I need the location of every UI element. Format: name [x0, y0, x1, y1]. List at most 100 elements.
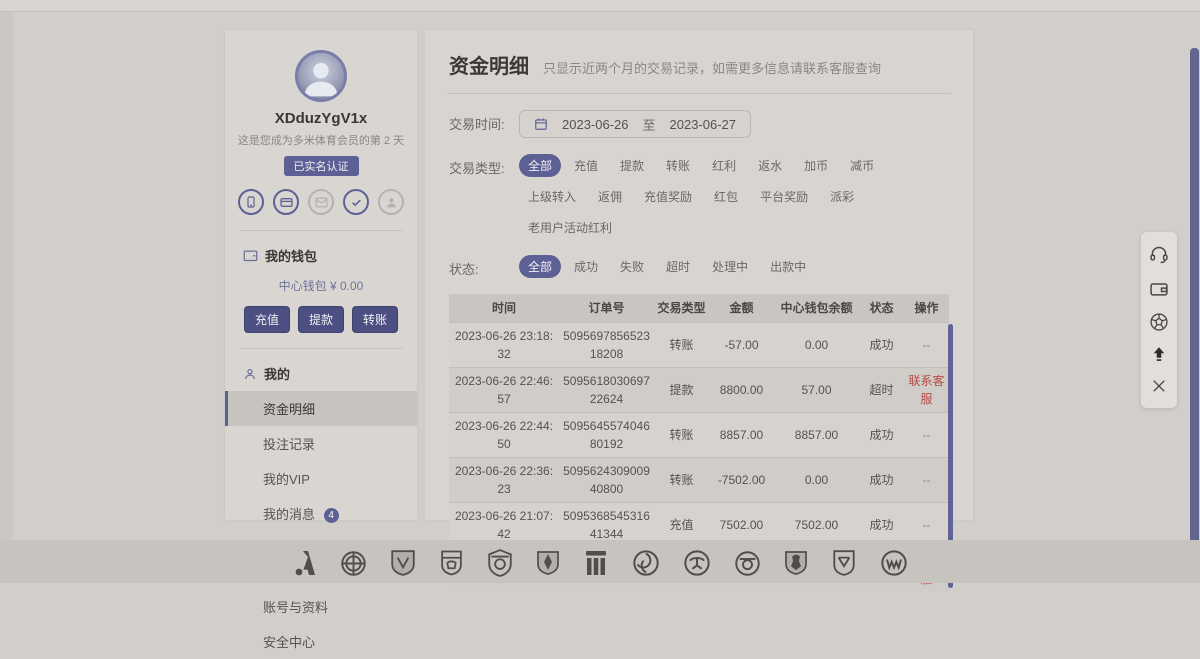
messages-count-badge: 4: [324, 508, 339, 523]
cell-action: --: [904, 322, 949, 367]
sidebar-item-my-vip[interactable]: 我的VIP: [225, 461, 417, 496]
cell-balance: 0.00: [774, 457, 859, 502]
avatar-portrait: [299, 56, 343, 100]
col-status: 状态: [859, 294, 904, 322]
type-option-upline-transfer[interactable]: 上级转入: [519, 185, 585, 208]
status-option-paying-out[interactable]: 出款中: [761, 255, 815, 278]
type-option-commission[interactable]: 返佣: [589, 185, 631, 208]
type-option-add-coin[interactable]: 加币: [795, 154, 837, 177]
close-icon[interactable]: [1150, 377, 1168, 395]
table-row: 2023-06-26 22:36:23 509562430900940800 转…: [449, 457, 949, 502]
cell-order: 509564557404680192: [559, 412, 654, 457]
wallet-section-label: 我的钱包: [265, 246, 317, 265]
club-crest-6-icon: [536, 547, 560, 577]
avatar[interactable]: [295, 50, 347, 102]
verified-badge: 已实名认证: [284, 156, 359, 176]
cell-status: 超时: [859, 367, 904, 412]
status-filter-label: 状态:: [449, 255, 519, 278]
type-option-deduct-coin[interactable]: 减币: [841, 154, 883, 177]
cell-type: 转账: [654, 457, 709, 502]
user-icon: [243, 367, 257, 381]
wallet-section-header: 我的钱包: [225, 246, 417, 265]
status-option-all[interactable]: 全部: [519, 255, 561, 278]
cell-amount: 8857.00: [709, 412, 774, 457]
sidebar-item-my-messages[interactable]: 我的消息 4: [225, 496, 417, 531]
my-section-label: 我的: [264, 364, 290, 383]
deposit-button[interactable]: 充值: [244, 306, 290, 333]
club-crest-5-icon: [487, 547, 513, 577]
status-option-success[interactable]: 成功: [565, 255, 607, 278]
cell-time: 2023-06-26 22:36:23: [449, 457, 559, 502]
window-left-strip: [0, 12, 13, 583]
club-crest-8-icon: [632, 547, 660, 577]
username: XDduzYgV1x: [225, 110, 417, 127]
football-icon[interactable]: [1149, 312, 1169, 332]
cell-balance: 0.00: [774, 322, 859, 367]
cell-balance: 8857.00: [774, 412, 859, 457]
profile-sidebar: XDduzYgV1x 这是您成为多米体育会员的第 2 天 已实名认证 我的钱包 …: [225, 30, 417, 520]
calendar-icon: [534, 117, 548, 131]
date-to-value[interactable]: 2023-06-27: [670, 117, 737, 132]
wallet-icon[interactable]: [1149, 279, 1169, 299]
user-icon[interactable]: [378, 189, 404, 215]
sidebar-item-account-profile[interactable]: 账号与资料: [225, 589, 417, 624]
mail-icon[interactable]: [308, 189, 334, 215]
type-option-old-user-bonus[interactable]: 老用户活动红利: [519, 216, 621, 239]
cell-action: --: [904, 412, 949, 457]
check-circle-icon[interactable]: [343, 189, 369, 215]
transaction-type-filter: 全部 充值 提款 转账 红利 返水 加币 减币 上级转入 返佣 充值奖励 红包 …: [519, 154, 949, 239]
date-range-picker[interactable]: 2023-06-26 至 2023-06-27: [519, 110, 751, 138]
transfer-button[interactable]: 转账: [352, 306, 398, 333]
funds-detail-panel: 资金明细 只显示近两个月的交易记录，如需更多信息请联系客服查询 交易时间: 20…: [425, 30, 973, 520]
type-option-all[interactable]: 全部: [519, 154, 561, 177]
withdraw-button[interactable]: 提款: [298, 306, 344, 333]
footer-sponsor-strip: [0, 540, 1200, 583]
col-type: 交易类型: [654, 294, 709, 322]
contact-support-link[interactable]: 联系客服: [904, 367, 949, 412]
club-crest-10-icon: [734, 547, 761, 577]
date-separator: 至: [643, 115, 656, 134]
col-action: 操作: [904, 294, 949, 322]
divider: [239, 348, 403, 349]
club-crest-2-icon: [340, 547, 367, 577]
sidebar-item-bet-records[interactable]: 投注记录: [225, 426, 417, 461]
cell-type: 转账: [654, 322, 709, 367]
center-wallet-balance: 中心钱包 ¥ 0.00: [225, 277, 417, 294]
phone-icon[interactable]: [238, 189, 264, 215]
type-option-deposit-reward[interactable]: 充值奖励: [635, 185, 701, 208]
floating-toolbar: [1141, 232, 1177, 408]
page-scrollbar[interactable]: [1190, 48, 1199, 583]
cell-time: 2023-06-26 22:44:50: [449, 412, 559, 457]
col-order: 订单号: [559, 294, 654, 322]
cell-time: 2023-06-26 23:18:32: [449, 322, 559, 367]
type-option-red-packet[interactable]: 红包: [705, 185, 747, 208]
club-crest-7-icon: [583, 547, 609, 577]
sidebar-item-security-center[interactable]: 安全中心: [225, 624, 417, 659]
type-option-withdraw[interactable]: 提款: [611, 154, 653, 177]
type-option-platform-reward[interactable]: 平台奖励: [751, 185, 817, 208]
status-option-processing[interactable]: 处理中: [703, 255, 757, 278]
type-option-rebate[interactable]: 返水: [749, 154, 791, 177]
status-option-failed[interactable]: 失败: [611, 255, 653, 278]
type-option-deposit[interactable]: 充值: [565, 154, 607, 177]
status-filter: 全部 成功 失败 超时 处理中 出款中: [519, 255, 815, 278]
type-option-bonus[interactable]: 红利: [703, 154, 745, 177]
col-amount: 金额: [709, 294, 774, 322]
cell-type: 转账: [654, 412, 709, 457]
type-option-transfer[interactable]: 转账: [657, 154, 699, 177]
customer-service-headset-icon[interactable]: [1149, 245, 1169, 265]
divider: [447, 93, 951, 94]
sidebar-item-funds-detail[interactable]: 资金明细: [225, 391, 417, 426]
my-section-header: 我的: [225, 364, 417, 383]
col-time: 时间: [449, 294, 559, 322]
date-from-value[interactable]: 2023-06-26: [562, 117, 629, 132]
page-subtitle: 只显示近两个月的交易记录，如需更多信息请联系客服查询: [543, 58, 881, 77]
back-to-top-icon[interactable]: [1150, 345, 1168, 363]
verification-icons: [225, 189, 417, 215]
club-crest-3-icon: [390, 547, 416, 577]
status-option-timeout[interactable]: 超时: [657, 255, 699, 278]
type-option-payout[interactable]: 派彩: [821, 185, 863, 208]
cell-type: 提款: [654, 367, 709, 412]
cell-order: 509569785652318208: [559, 322, 654, 367]
bank-card-icon[interactable]: [273, 189, 299, 215]
